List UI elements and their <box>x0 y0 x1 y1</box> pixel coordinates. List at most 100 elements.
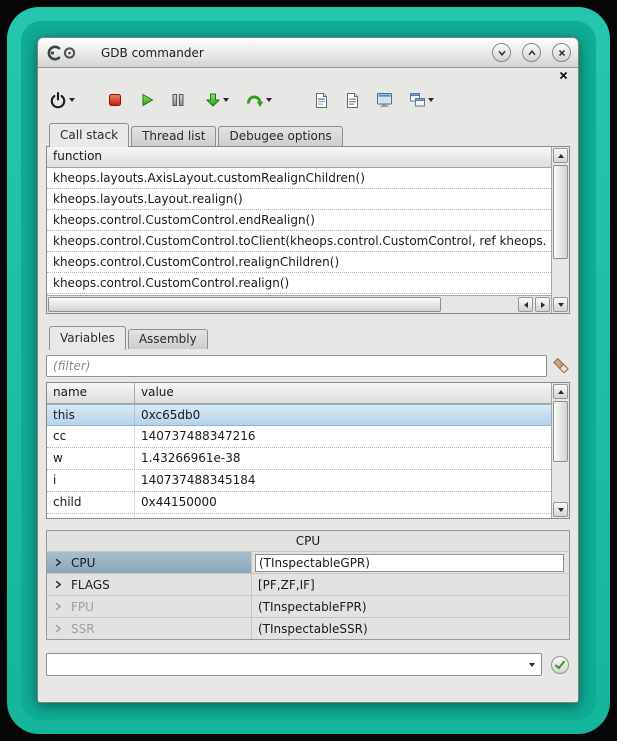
tab-call-stack[interactable]: Call stack <box>49 123 129 147</box>
cpu-row-name[interactable]: CPU <box>47 552 252 573</box>
combo-dropdown-button[interactable] <box>523 654 541 675</box>
scrollbar-track[interactable] <box>48 297 516 312</box>
variable-name: this <box>47 405 135 425</box>
command-combobox[interactable] <box>46 653 542 676</box>
cpu-row-value: (TInspectableSSR) <box>252 618 569 639</box>
window-title: GDB commander <box>101 46 204 60</box>
tab-debugee-options[interactable]: Debugee options <box>218 126 342 146</box>
scroll-left-button[interactable] <box>518 297 533 312</box>
callstack-row[interactable]: kheops.layouts.Layout.realign() <box>47 189 551 210</box>
triangle-up-icon <box>558 154 564 158</box>
windows-button[interactable] <box>406 87 437 113</box>
scroll-up-button[interactable] <box>553 384 568 399</box>
register-value: [PF,ZF,IF] <box>255 578 315 592</box>
register-value: (TInspectableSSR) <box>255 622 368 636</box>
pause-icon <box>171 92 185 108</box>
run-icon <box>139 92 155 108</box>
close-button[interactable] <box>552 43 571 62</box>
close-icon <box>557 48 567 58</box>
variable-name: i <box>47 470 135 491</box>
tab-variables[interactable]: Variables <box>49 326 126 350</box>
expander-icon[interactable] <box>54 624 62 633</box>
callstack-row[interactable]: kheops.layouts.AxisLayout.customRealignC… <box>47 168 551 189</box>
expander-icon[interactable] <box>54 580 62 589</box>
horizontal-scrollbar[interactable] <box>47 295 551 313</box>
vertical-scrollbar[interactable] <box>551 383 569 518</box>
variable-row[interactable]: cc 140737488347216 <box>47 426 551 448</box>
chevron-down-icon <box>69 98 75 102</box>
command-row <box>46 653 570 676</box>
cpu-row-name[interactable]: FPU <box>47 596 252 617</box>
scrollbar-handle[interactable] <box>553 165 568 259</box>
callstack-row[interactable]: kheops.control.CustomControl.realign() <box>47 273 551 294</box>
document-lines-button[interactable] <box>342 87 363 113</box>
step-over-button[interactable] <box>242 87 275 113</box>
document-lines-icon <box>345 92 360 109</box>
run-button[interactable] <box>136 87 158 113</box>
eraser-icon <box>552 357 570 375</box>
variable-row[interactable]: w 1.43266961e-38 <box>47 448 551 470</box>
scrollbar-handle[interactable] <box>553 401 568 462</box>
callstack-row[interactable]: kheops.control.CustomControl.realignChil… <box>47 252 551 273</box>
windows-icon <box>409 92 426 108</box>
scrollbar-track[interactable] <box>553 165 568 295</box>
cpu-row[interactable]: SSR (TInspectableSSR) <box>47 617 569 639</box>
tab-assembly[interactable]: Assembly <box>128 329 208 349</box>
command-input[interactable] <box>47 655 523 674</box>
expander-icon[interactable] <box>54 558 62 567</box>
restore-button[interactable] <box>522 43 541 62</box>
triangle-down-icon <box>558 303 564 307</box>
cpu-row[interactable]: FLAGS [PF,ZF,IF] <box>47 573 569 595</box>
expander-icon[interactable] <box>54 602 62 611</box>
cpu-row[interactable]: FPU (TInspectableFPR) <box>47 595 569 617</box>
titlebar[interactable]: GDB commander <box>38 38 578 68</box>
vertical-scrollbar[interactable] <box>551 147 569 313</box>
cpu-panel-title: CPU <box>47 531 569 551</box>
cpu-row-name[interactable]: SSR <box>47 618 252 639</box>
register-group-label: FPU <box>71 600 94 614</box>
scrollbar-handle[interactable] <box>48 297 441 312</box>
variable-row-selected[interactable]: this 0xc65db0 <box>47 404 551 426</box>
cpu-panel: CPU CPU (TInspectableGPR) FLAGS [PF,ZF,I… <box>46 530 570 640</box>
document-button[interactable] <box>311 87 332 113</box>
variable-row[interactable]: child 0x44150000 <box>47 492 551 514</box>
variable-value: 0x44150000 <box>135 492 551 513</box>
cpu-row[interactable]: CPU (TInspectableGPR) <box>47 551 569 573</box>
column-header-function[interactable]: function <box>47 147 108 167</box>
monitor-icon <box>376 92 393 108</box>
shade-button[interactable] <box>492 43 511 62</box>
scroll-down-button[interactable] <box>553 502 568 517</box>
scroll-up-button[interactable] <box>553 148 568 163</box>
variable-name: child <box>47 492 135 513</box>
scroll-down-button[interactable] <box>553 297 568 312</box>
power-button[interactable] <box>46 87 78 113</box>
monitor-button[interactable] <box>373 87 396 113</box>
triangle-down-icon <box>558 508 564 512</box>
chevron-down-icon <box>428 98 434 102</box>
variable-value: 140737488345184 <box>135 470 551 491</box>
step-into-button[interactable] <box>202 87 232 113</box>
tab-thread-list[interactable]: Thread list <box>131 126 216 146</box>
dock-close-button[interactable] <box>559 71 568 80</box>
clear-filter-button[interactable] <box>552 357 570 375</box>
column-header-name[interactable]: name <box>47 383 135 403</box>
callstack-row[interactable]: kheops.control.CustomControl.endRealign(… <box>47 210 551 231</box>
scroll-right-button[interactable] <box>535 297 550 312</box>
variables-pane: name value this 0xc65db0 cc 140737488347… <box>46 382 570 519</box>
callstack-row[interactable]: kheops.control.CustomControl.toClient(kh… <box>47 231 551 252</box>
cpu-row-name[interactable]: FLAGS <box>47 574 252 595</box>
variable-row[interactable]: i 140737488345184 <box>47 470 551 492</box>
pause-button[interactable] <box>168 87 188 113</box>
filter-row <box>46 355 570 377</box>
stop-button[interactable] <box>104 87 126 113</box>
send-command-button[interactable] <box>550 655 570 675</box>
register-value-editor[interactable]: (TInspectableGPR) <box>255 554 564 572</box>
register-value: (TInspectableFPR) <box>255 600 367 614</box>
scrollbar-track[interactable] <box>553 401 568 500</box>
column-header-value[interactable]: value <box>135 383 551 403</box>
variables-tabbar: Variables Assembly <box>46 326 570 349</box>
variable-row[interactable]: b 1.43266961e-38 <box>47 514 551 518</box>
chevron-down-icon <box>497 48 507 58</box>
filter-input[interactable] <box>46 355 547 377</box>
close-icon <box>559 71 568 80</box>
